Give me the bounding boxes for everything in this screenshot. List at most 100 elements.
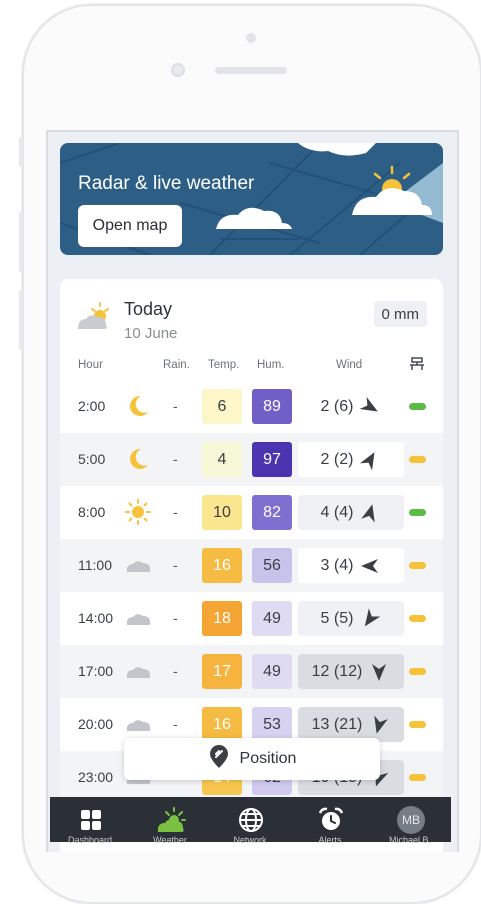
wind-arrow-icon (361, 558, 379, 573)
phone-side-button (19, 290, 23, 350)
cloud-icon (124, 710, 152, 738)
status-indicator (409, 403, 426, 410)
nav-item-profile[interactable]: MB Michael B. (370, 797, 450, 845)
table-row[interactable]: 2:00 - 6 89 2 (6) (60, 380, 443, 433)
table-row[interactable]: 5:00 - 4 97 2 (2) (60, 433, 443, 486)
row-hum: 56 (252, 548, 292, 583)
row-wind-speed: 2 (2) (320, 450, 354, 468)
row-temp: 6 (202, 389, 242, 424)
row-wind-speed: 12 (12) (311, 662, 363, 680)
row-wind: 12 (12) (298, 654, 404, 689)
row-wind: 13 (21) (298, 707, 404, 742)
row-rain: - (173, 663, 178, 679)
nav-label: Michael B. (388, 835, 432, 845)
nav-item-dashboard[interactable]: Dashboard (50, 797, 130, 845)
row-hum: 82 (252, 495, 292, 530)
sun-cloud-icon (156, 805, 186, 835)
row-hour: 8:00 (78, 504, 106, 520)
open-map-button[interactable]: Open map (78, 205, 182, 247)
status-indicator (409, 562, 426, 569)
phone-side-button (19, 212, 23, 272)
nav-label: Weather (153, 835, 187, 845)
phone-camera (171, 63, 185, 77)
position-button[interactable]: Position (124, 738, 380, 780)
row-hum: 89 (252, 389, 292, 424)
sun-icon (124, 498, 152, 526)
wind-arrow-icon (365, 607, 381, 626)
moon-icon (124, 445, 152, 473)
row-rain: - (173, 716, 178, 732)
avatar: MB (396, 805, 426, 835)
moon-icon (124, 392, 152, 420)
bench-icon (409, 357, 425, 374)
nav-label: Network (233, 835, 267, 845)
table-header: Hour Rain. Temp. Hum. Wind (60, 357, 443, 379)
status-indicator (409, 774, 426, 781)
row-wind-speed: 5 (5) (320, 609, 354, 627)
row-wind-speed: 4 (4) (320, 503, 354, 521)
row-wind-speed: 13 (21) (311, 715, 363, 733)
wind-arrow-icon (360, 451, 375, 470)
location-pin-icon (208, 744, 230, 774)
row-hour: 17:00 (78, 663, 114, 679)
row-wind: 2 (6) (298, 389, 404, 424)
cloud-icon (124, 604, 152, 632)
row-temp: 17 (202, 654, 242, 689)
row-wind-speed: 3 (4) (320, 556, 354, 574)
header-hum: Hum. (257, 359, 285, 371)
row-temp: 16 (202, 707, 242, 742)
status-indicator (409, 668, 426, 675)
wind-arrow-icon (360, 396, 379, 411)
row-temp: 4 (202, 442, 242, 477)
radar-banner[interactable]: Radar & live weather Open map (60, 143, 443, 255)
header-rain: Rain. (163, 359, 190, 371)
phone-sensor (246, 33, 256, 43)
nav-item-network[interactable]: Network (210, 797, 290, 845)
radar-title: Radar & live weather (78, 173, 255, 194)
table-row[interactable]: 8:00 - 10 82 4 (4) (60, 486, 443, 539)
row-rain: - (173, 504, 178, 520)
row-rain: - (173, 398, 178, 414)
status-indicator (409, 509, 426, 516)
row-wind: 4 (4) (298, 495, 404, 530)
row-hour: 5:00 (78, 451, 106, 467)
rain-total-badge: 0 mm (373, 301, 427, 327)
cloud-icon (124, 551, 152, 579)
row-wind: 2 (2) (298, 442, 404, 477)
cloud-icon (124, 657, 152, 685)
row-hour: 20:00 (78, 716, 114, 732)
table-row[interactable]: 14:00 - 18 49 5 (5) (60, 592, 443, 645)
row-hour: 14:00 (78, 610, 114, 626)
row-temp: 10 (202, 495, 242, 530)
row-rain: - (173, 557, 178, 573)
alarm-clock-icon (316, 805, 346, 835)
row-temp: 18 (202, 601, 242, 636)
header-temp: Temp. (208, 359, 240, 371)
nav-label: Dashboard (67, 835, 113, 845)
phone-side-button (19, 137, 23, 167)
bottom-navigation: Dashboard Weather Network Alerts MB Mich… (50, 797, 451, 845)
nav-label: Alerts (318, 835, 342, 845)
avatar-initials: MB (397, 806, 425, 834)
row-wind-speed: 2 (6) (320, 397, 354, 415)
nav-item-weather[interactable]: Weather (130, 797, 210, 845)
table-row[interactable]: 17:00 - 17 49 12 (12) (60, 645, 443, 698)
row-hum: 49 (252, 654, 292, 689)
position-label: Position (239, 750, 297, 767)
grid-icon (76, 805, 106, 835)
row-hour: 23:00 (78, 769, 114, 785)
day-title: Today (124, 299, 173, 319)
day-date: 10 June (124, 325, 178, 342)
row-hour: 2:00 (78, 398, 106, 414)
wind-arrow-icon (361, 503, 376, 523)
row-hum: 53 (252, 707, 292, 742)
status-indicator (409, 721, 426, 728)
wind-arrow-icon (374, 714, 389, 734)
row-temp: 16 (202, 548, 242, 583)
nav-item-alerts[interactable]: Alerts (290, 797, 370, 845)
partly-sunny-icon (76, 301, 112, 335)
row-wind: 5 (5) (298, 601, 404, 636)
header-hour: Hour (78, 359, 103, 371)
row-hum: 49 (252, 601, 292, 636)
table-row[interactable]: 11:00 - 16 56 3 (4) (60, 539, 443, 592)
